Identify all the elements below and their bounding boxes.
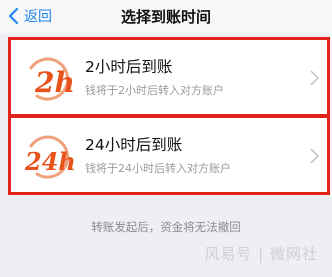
irreversible-note: 转账发起后，资金将无法撤回 [91, 220, 241, 234]
chevron-right-icon [310, 148, 319, 164]
option-2h-card[interactable]: 2h 2小时后到账 钱将于2小时后转入对方账户 [8, 37, 330, 117]
chevron-right-icon [310, 70, 319, 86]
clock-2h-logo: 2h [29, 57, 75, 101]
logo-24h-label: 24h [24, 147, 75, 176]
option-title: 24小时后到账 [85, 136, 183, 154]
navigation-bar: 返回 选择到账时间 [0, 0, 332, 34]
option-title: 2小时后到账 [85, 58, 173, 76]
logo-2h-label: 2h [34, 66, 75, 99]
watermark: 风易号 | 微网社 [204, 245, 318, 263]
clock-24h-logo: 24h [24, 135, 75, 179]
option-description: 钱将于24小时后转入对方账户 [85, 162, 231, 175]
option-24h-card[interactable]: 24h 24小时后到账 钱将于24小时后转入对方账户 [8, 115, 330, 195]
page-title: 选择到账时间 [120, 8, 211, 26]
option-description: 钱将于2小时后转入对方账户 [85, 84, 224, 97]
